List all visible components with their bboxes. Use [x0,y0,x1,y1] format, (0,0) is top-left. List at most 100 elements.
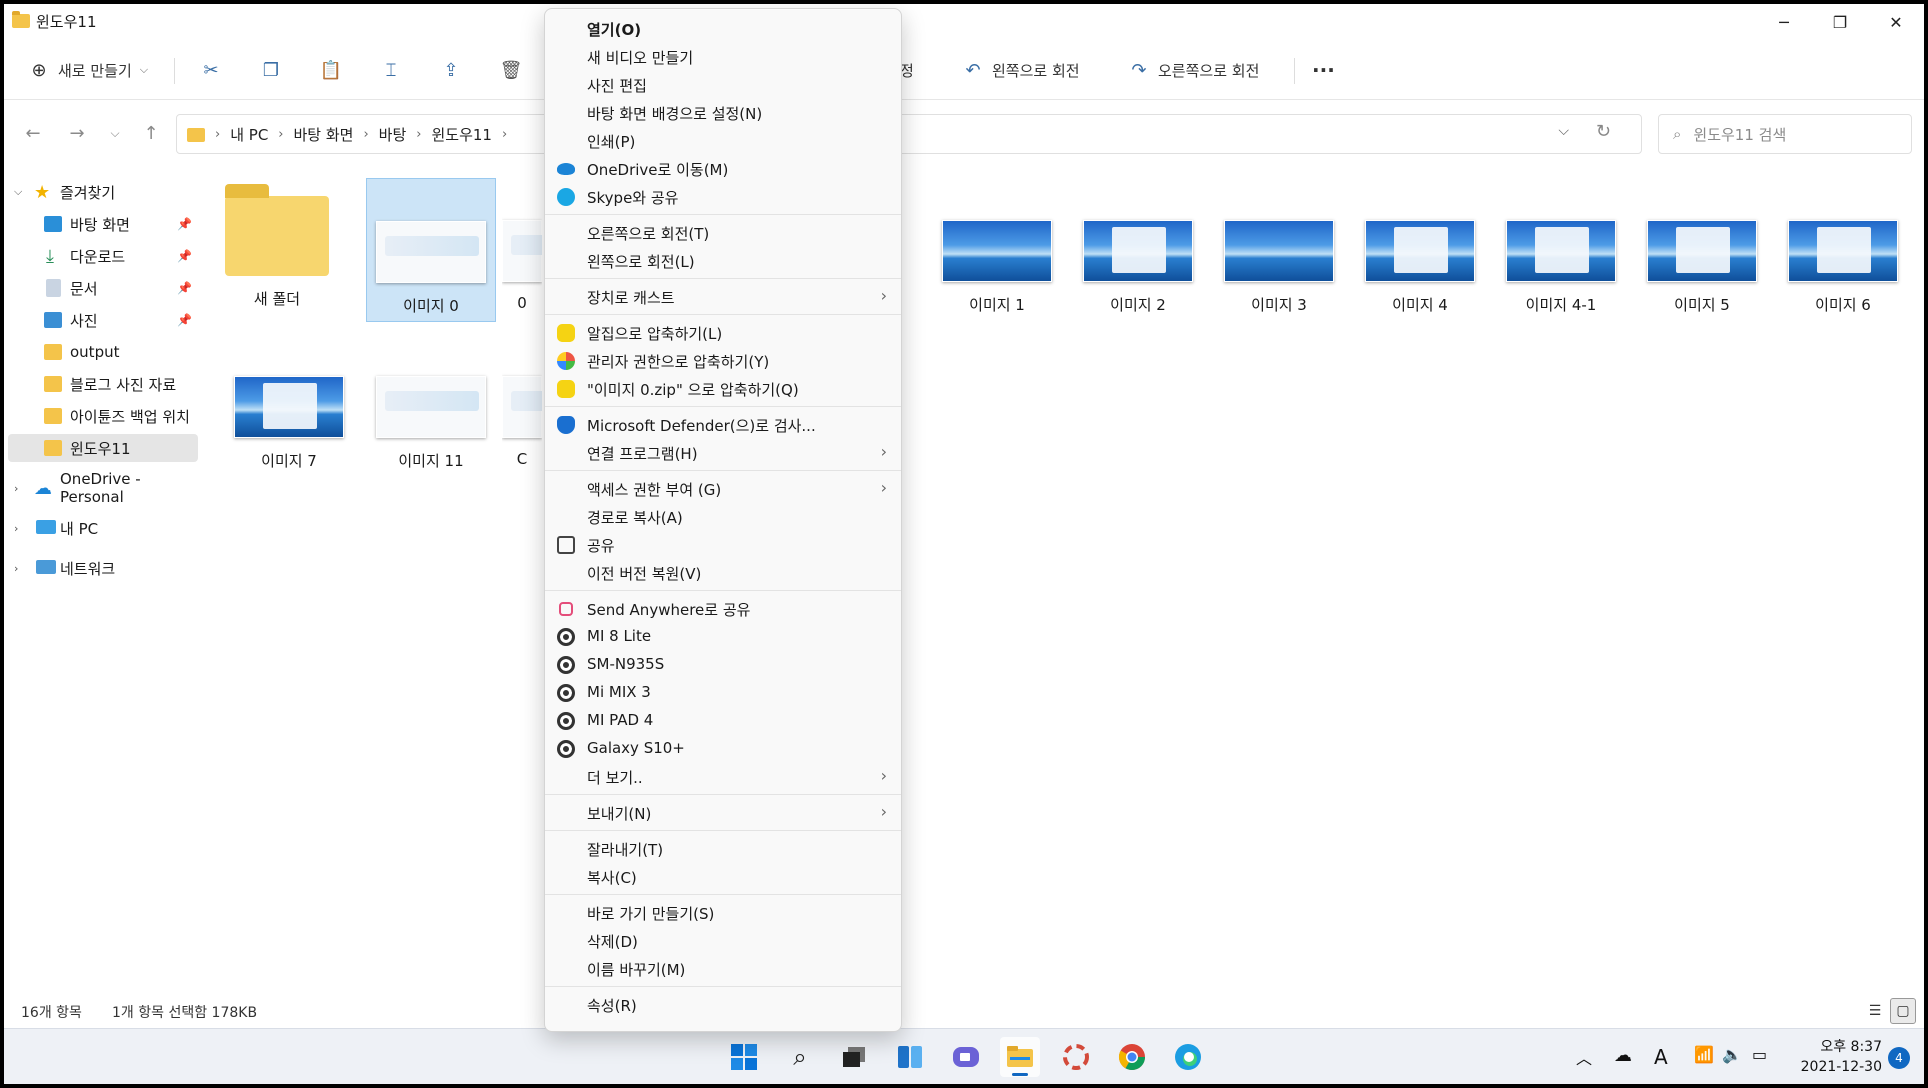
up-arrow-icon[interactable]: ↑ [136,118,166,148]
wifi-icon[interactable]: 📶 [1694,1045,1714,1064]
crumb-pc[interactable]: 내 PC [230,124,268,145]
menu-item[interactable]: MI PAD 4 [545,707,901,735]
minimize-button[interactable]: ─ [1756,4,1812,40]
menu-item[interactable]: 액세스 권한 부여 (G) › [545,475,901,503]
menu-item[interactable]: 이름 바꾸기(M) [545,955,901,983]
file-tile-image-6[interactable]: 이미지 6 [1778,178,1908,322]
file-tile-image-11[interactable]: 이미지 11 [366,334,496,478]
menu-item[interactable]: 보내기(N) › [545,799,901,827]
menu-item[interactable]: Mi MIX 3 [545,679,901,707]
search-icon[interactable]: ⌕ [780,1037,820,1077]
set-background-button[interactable]: 정 [900,50,914,90]
menu-item[interactable]: 관리자 권한으로 압축하기(Y) [545,347,901,375]
file-tile-image-5[interactable]: 이미지 5 [1637,178,1767,322]
chevron-up-icon[interactable]: ︿ [1576,1045,1592,1069]
address-bar[interactable]: › 내 PC › 바탕 화면 › 바탕 › 윈도우11 › ⌵ ↻ [176,114,1642,154]
menu-item[interactable]: MI 8 Lite [545,623,901,651]
forward-arrow-icon[interactable]: → [62,118,92,148]
sidebar-item-output[interactable]: output [4,338,198,366]
task-view-icon[interactable] [834,1037,874,1077]
more-options-button[interactable]: ··· [1312,50,1335,90]
menu-item[interactable]: OneDrive로 이동(M) [545,155,901,183]
file-tile-image-3[interactable]: 이미지 3 [1214,178,1344,322]
menu-item[interactable]: Galaxy S10+ [545,735,901,763]
recent-chevron-icon[interactable]: ⌵ [100,118,130,148]
edge-icon[interactable] [1168,1037,1208,1077]
menu-item[interactable]: Send Anywhere로 공유 [545,595,901,623]
menu-item[interactable]: 복사(C) [545,863,901,891]
rotate-right-button[interactable]: ↷ 오른쪽으로 회전 [1128,50,1259,90]
sidebar-item-blog[interactable]: 블로그 사진 자료 [4,370,198,398]
file-tile-image-0[interactable]: 이미지 0 [366,178,496,322]
clock[interactable]: 오후 8:37 2021-12-30 [1790,1037,1882,1077]
menu-item[interactable]: 바로 가기 만들기(S) [545,899,901,927]
sidebar-item-desktop[interactable]: 바탕 화면 📌 [4,210,198,238]
menu-item[interactable]: 왼쪽으로 회전(L) [545,247,901,275]
menu-item[interactable]: 오른쪽으로 회전(T) [545,219,901,247]
snipping-tool-icon[interactable] [1056,1037,1096,1077]
copy-button[interactable]: ❐ [260,50,282,90]
menu-item[interactable]: 속성(R) [545,991,901,1019]
menu-item[interactable]: 더 보기.. › [545,763,901,791]
menu-item[interactable]: Skype와 공유 [545,183,901,211]
file-tile-partial[interactable]: C [502,334,542,478]
sidebar-item-itunes[interactable]: 아이튠즈 백업 위치 [4,402,198,430]
paste-button[interactable]: 📋 [320,50,342,90]
file-tile-image-1[interactable]: 이미지 1 [932,178,1062,322]
menu-item[interactable]: 새 비디오 만들기 [545,43,901,71]
search-input[interactable]: ⌕ 윈도우11 검색 [1658,114,1912,154]
menu-item[interactable]: 사진 편집 [545,71,901,99]
menu-item[interactable]: 열기(O) [545,15,901,43]
close-button[interactable]: ✕ [1868,4,1924,40]
delete-button[interactable]: 🗑 [500,50,523,90]
start-windows-icon[interactable] [724,1037,764,1077]
crumb-bg[interactable]: 바탕 [379,124,407,145]
menu-item[interactable]: 인쇄(P) [545,127,901,155]
notification-badge[interactable]: 4 [1888,1047,1910,1069]
rename-button[interactable]: ⌶ [380,50,402,90]
menu-item[interactable]: 장치로 캐스트 › [545,283,901,311]
details-view-icon[interactable]: ☰ [1862,998,1888,1024]
chrome-icon[interactable] [1112,1037,1152,1077]
sidebar-item-downloads[interactable]: ⤓ 다운로드 📌 [4,242,198,270]
share-button[interactable]: ⇪ [440,50,462,90]
file-explorer-icon[interactable] [1000,1037,1040,1077]
menu-item[interactable]: 연결 프로그램(H) › [545,439,901,467]
sidebar-item-win11[interactable]: 윈도우11 [8,434,198,462]
sidebar-onedrive[interactable]: › ☁ OneDrive - Personal [4,470,198,506]
sidebar-item-documents[interactable]: 문서 📌 [4,274,198,302]
menu-item[interactable]: 삭제(D) [545,927,901,955]
menu-item[interactable]: 알집으로 압축하기(L) [545,319,901,347]
ime-indicator[interactable]: A [1654,1045,1668,1069]
menu-item[interactable]: 이전 버전 복원(V) [545,559,901,587]
crumb-desktop[interactable]: 바탕 화면 [294,124,354,145]
widgets-icon[interactable] [890,1037,930,1077]
file-tile-image-4[interactable]: 이미지 4 [1355,178,1485,322]
cut-button[interactable]: ✂ [200,50,222,90]
file-tile-image-7[interactable]: 이미지 7 [224,334,354,478]
file-tile-partial[interactable]: 0 [502,178,542,322]
battery-icon[interactable]: ▭ [1752,1045,1767,1064]
file-tile-image-4-1[interactable]: 이미지 4-1 [1496,178,1626,322]
menu-item[interactable]: "이미지 0.zip" 으로 압축하기(Q) [545,375,901,403]
maximize-button[interactable]: ❐ [1812,4,1868,40]
teams-chat-icon[interactable] [946,1037,986,1077]
menu-item[interactable]: Microsoft Defender(으)로 검사... [545,411,901,439]
file-tile-image-2[interactable]: 이미지 2 [1073,178,1203,322]
large-icons-view-icon[interactable]: ▢ [1890,998,1916,1024]
onedrive-tray-icon[interactable]: ☁ [1614,1045,1632,1066]
menu-item[interactable]: 바탕 화면 배경으로 설정(N) [545,99,901,127]
menu-item[interactable]: 잘라내기(T) [545,835,901,863]
menu-item[interactable]: SM-N935S [545,651,901,679]
menu-item[interactable]: 공유 [545,531,901,559]
file-tile-new-folder[interactable]: 새 폴더 [212,178,342,322]
rotate-left-button[interactable]: ↶ 왼쪽으로 회전 [962,50,1079,90]
new-button[interactable]: ⊕ 새로 만들기 ⌵ [28,50,148,90]
refresh-icon[interactable]: ↻ [1596,121,1611,142]
history-chevron-icon[interactable]: ⌵ [1558,123,1569,139]
sidebar-quick-access[interactable]: ⌵ ★ 즐겨찾기 [4,178,198,206]
menu-item[interactable]: 경로로 복사(A) [545,503,901,531]
volume-icon[interactable]: 🔈 [1722,1045,1742,1064]
sidebar-network[interactable]: › 네트워크 [4,554,198,582]
sidebar-this-pc[interactable]: › 내 PC [4,514,198,542]
